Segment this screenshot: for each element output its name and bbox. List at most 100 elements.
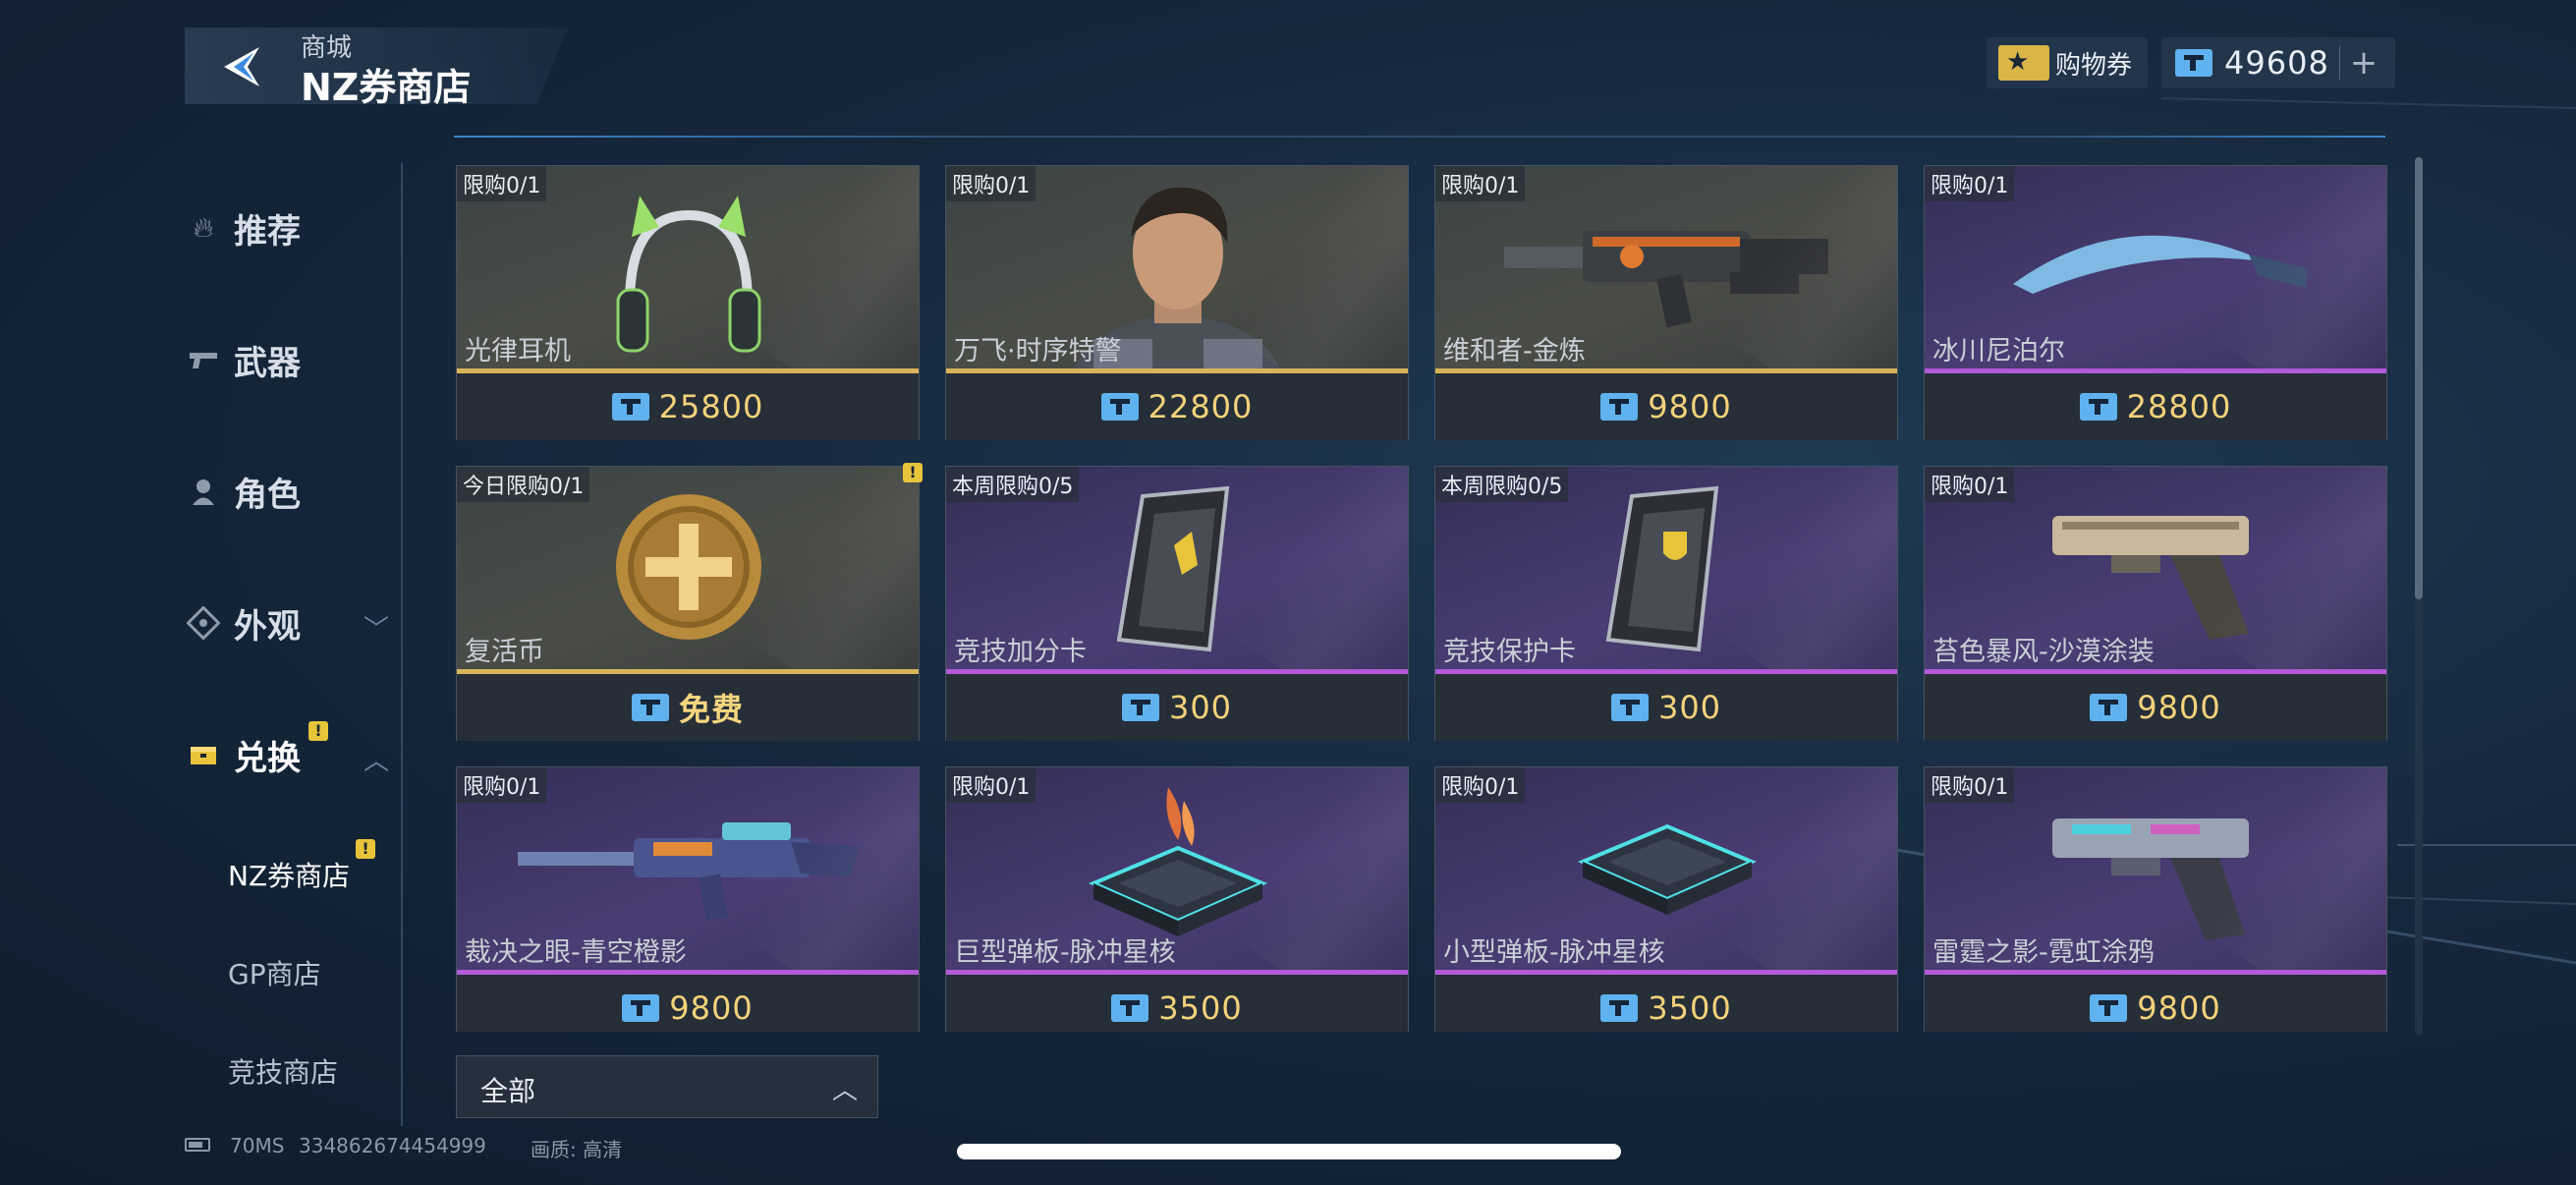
item-price: 25800	[658, 388, 764, 425]
nz-balance: 49608	[2224, 44, 2329, 82]
nz-ticket-icon	[2079, 393, 2117, 421]
scroll-thumb[interactable]	[2415, 157, 2423, 599]
sidebar-item-label: 外观	[234, 606, 301, 647]
purchase-limit: 限购0/1	[1925, 467, 2015, 502]
sidebar-item-label: 推荐	[234, 211, 301, 252]
product-card[interactable]: 今日限购0/1 复活币 免费 !	[456, 463, 923, 741]
item-name: 复活币	[465, 637, 544, 667]
item-name: 竞技保护卡	[1443, 637, 1576, 667]
item-name: 雷霆之影-霓虹涂鸦	[1932, 937, 2155, 968]
purchase-limit: 限购0/1	[946, 767, 1036, 803]
purchase-limit: 限购0/1	[457, 166, 547, 201]
voucher-currency[interactable]: ★ 购物券	[1987, 37, 2148, 88]
price-button[interactable]: 免费	[457, 674, 919, 741]
product-card[interactable]: 限购0/1 巨型弹板-脉冲星核 3500	[945, 766, 1409, 1032]
nz-ticket-icon	[1111, 994, 1149, 1022]
product-card[interactable]: 限购0/1 光律耳机 25800	[456, 165, 920, 440]
price-button[interactable]: 9800	[457, 975, 919, 1032]
sidebar-item-label: 角色	[234, 475, 301, 515]
product-card[interactable]: 限购0/1 苔色暴风-沙漠涂装 9800	[1924, 466, 2387, 741]
sub-item-gp-shop[interactable]: GP商店	[228, 953, 321, 992]
purchase-limit: 限购0/1	[457, 767, 547, 803]
notification-badge-icon: !	[356, 839, 375, 859]
nz-ticket-icon	[2090, 694, 2128, 721]
chevron-up-icon: ︿	[364, 747, 390, 776]
item-price: 9800	[2137, 689, 2221, 726]
purchase-limit: 限购0/1	[946, 166, 1036, 201]
sidebar-item-recommend[interactable]: 🔥︎ 推荐	[187, 198, 301, 257]
price-button[interactable]: 9800	[1925, 674, 2386, 741]
gun-icon	[187, 343, 220, 376]
price-button[interactable]: 28800	[1925, 373, 2386, 440]
category-filter-dropdown[interactable]: 全部 ︿	[456, 1055, 878, 1118]
product-card[interactable]: 限购0/1 冰川尼泊尔 28800	[1924, 165, 2387, 440]
item-name: 小型弹板-脉冲星核	[1443, 937, 1665, 968]
back-arrow-icon[interactable]	[214, 39, 269, 94]
item-name: 苔色暴风-沙漠涂装	[1932, 637, 2155, 667]
nz-ticket-icon	[631, 694, 669, 721]
item-name: 光律耳机	[465, 336, 571, 367]
purchase-limit: 限购0/1	[1925, 166, 2015, 201]
notification-badge-icon: !	[903, 463, 923, 482]
item-price: 28800	[2126, 388, 2232, 425]
nz-ticket-icon	[1610, 694, 1649, 721]
page-title: NZ券商店	[301, 66, 472, 109]
purchase-limit: 限购0/1	[1435, 166, 1526, 201]
item-name: 竞技加分卡	[954, 637, 1087, 667]
price-button[interactable]: 3500	[946, 975, 1408, 1032]
page-header: 商城 NZ券商店	[185, 28, 578, 109]
purchase-limit: 限购0/1	[1925, 767, 2015, 803]
price-button[interactable]: 3500	[1435, 975, 1897, 1032]
price-button[interactable]: 9800	[1925, 975, 2386, 1032]
price-button[interactable]: 300	[1435, 674, 1897, 741]
purchase-limit: 本周限购0/5	[946, 467, 1080, 502]
header-divider	[454, 136, 2385, 138]
notification-badge-icon: !	[308, 721, 328, 741]
filter-selected-value: 全部	[480, 1075, 536, 1107]
item-price: 9800	[2137, 989, 2221, 1027]
product-card[interactable]: 本周限购0/5 竞技保护卡 300	[1434, 466, 1898, 741]
sidebar-item-weapons[interactable]: 武器	[187, 330, 301, 389]
sub-item-nz-shop[interactable]: NZ券商店	[228, 855, 350, 894]
price-button[interactable]: 22800	[946, 373, 1408, 440]
product-card[interactable]: 本周限购0/5 竞技加分卡 300	[945, 466, 1409, 741]
star-ticket-icon: ★	[1998, 45, 2049, 81]
battery-icon	[185, 1138, 210, 1152]
product-card[interactable]: 限购0/1 万飞·时序特警 22800	[945, 165, 1409, 440]
sidebar-item-appearance[interactable]: 外观 ﹀	[186, 593, 403, 652]
price-button[interactable]: 300	[946, 674, 1408, 741]
product-card[interactable]: 限购0/1 小型弹板-脉冲星核 3500	[1434, 766, 1898, 1032]
sidebar-item-characters[interactable]: 角色	[187, 462, 301, 521]
nz-ticket-icon	[1121, 694, 1159, 721]
diamond-icon	[186, 605, 221, 641]
nz-currency: 49608 +	[2161, 37, 2395, 88]
nz-ticket-icon	[1600, 393, 1639, 421]
nz-ticket-icon	[2175, 49, 2212, 77]
product-card[interactable]: 限购0/1 雷霆之影-霓虹涂鸦 9800	[1924, 766, 2387, 1032]
sidebar-item-exchange[interactable]: 兑换 ! ︿	[187, 721, 403, 784]
product-card[interactable]: 限购0/1 维和者-金炼 9800	[1434, 165, 1898, 440]
sidebar-item-label: 兑换	[234, 738, 301, 778]
item-name: 冰川尼泊尔	[1932, 336, 2065, 367]
add-currency-button[interactable]: +	[2338, 46, 2378, 80]
item-price: 3500	[1158, 989, 1243, 1027]
fire-icon: 🔥︎	[193, 211, 214, 244]
purchase-limit: 今日限购0/1	[457, 467, 590, 502]
sub-item-arena-shop[interactable]: 竞技商店	[228, 1051, 338, 1091]
item-price: 300	[1657, 689, 1722, 726]
sidebar-item-label: 武器	[234, 343, 301, 383]
item-price: 9800	[669, 989, 754, 1027]
price-button[interactable]: 9800	[1435, 373, 1897, 440]
nz-ticket-icon	[611, 393, 649, 421]
price-button[interactable]: 25800	[457, 373, 919, 440]
product-card[interactable]: 限购0/1 裁决之眼-青空橙影 9800	[456, 766, 920, 1032]
player-id: 334862674454999	[299, 1134, 486, 1157]
grid-scrollbar[interactable]	[2415, 157, 2423, 1036]
purchase-limit: 限购0/1	[1435, 767, 1526, 803]
item-price: 22800	[1148, 388, 1254, 425]
home-indicator[interactable]	[957, 1144, 1621, 1159]
item-name: 万飞·时序特警	[954, 336, 1122, 367]
sidebar-divider	[401, 163, 403, 1126]
item-price: 免费	[678, 691, 744, 728]
person-icon	[187, 475, 220, 508]
